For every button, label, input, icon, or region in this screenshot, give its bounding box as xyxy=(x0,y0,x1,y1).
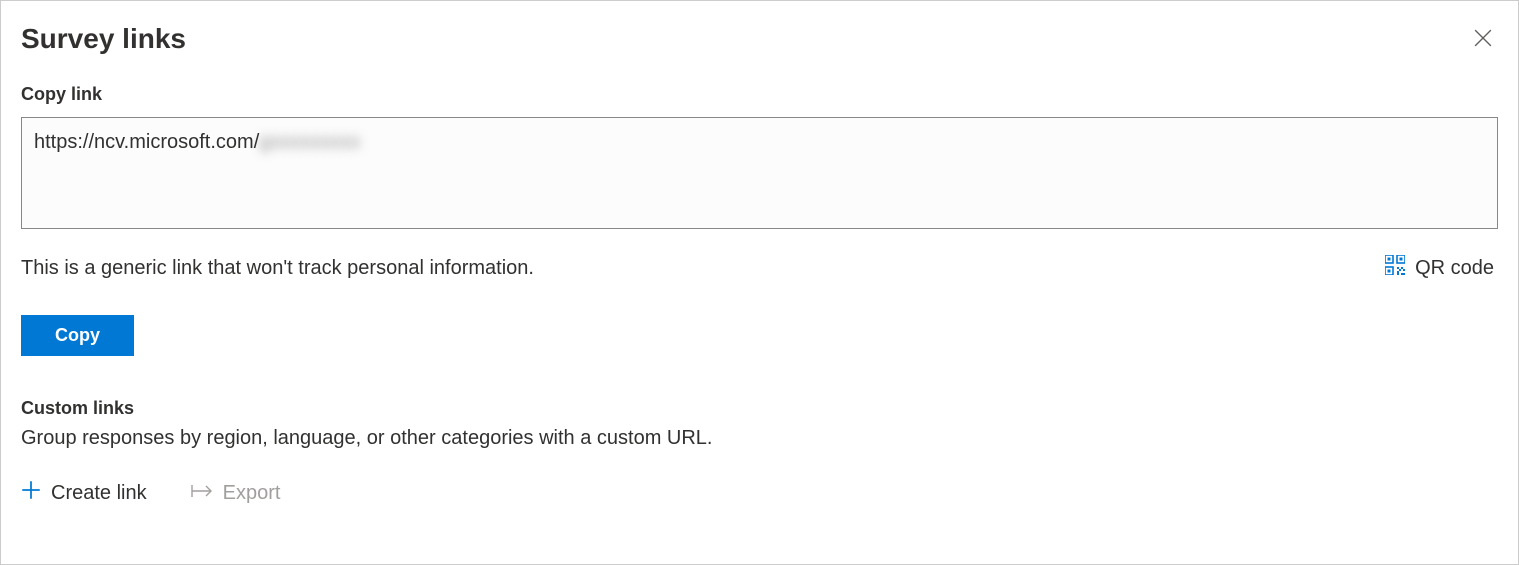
panel-header: Survey links xyxy=(21,23,1498,56)
custom-links-section: Custom links Group responses by region, … xyxy=(21,398,1498,508)
export-icon xyxy=(191,482,213,505)
link-textarea[interactable]: https://ncv.microsoft.com/gxxxxxxxxx xyxy=(21,117,1498,229)
custom-links-description: Group responses by region, language, or … xyxy=(21,427,1498,450)
panel-title: Survey links xyxy=(21,23,186,55)
qr-code-icon xyxy=(1385,255,1405,281)
qr-code-button[interactable]: QR code xyxy=(1381,251,1498,285)
copy-button[interactable]: Copy xyxy=(21,315,134,356)
copy-link-label: Copy link xyxy=(21,84,1498,105)
export-button: Export xyxy=(191,480,281,507)
export-label: Export xyxy=(223,482,281,505)
create-link-label: Create link xyxy=(51,482,147,505)
close-icon xyxy=(1474,35,1492,50)
custom-action-row: Create link Export xyxy=(21,478,1498,508)
custom-links-title: Custom links xyxy=(21,398,1498,419)
create-link-button[interactable]: Create link xyxy=(21,478,147,508)
qr-code-label: QR code xyxy=(1415,257,1494,280)
link-url-token: gxxxxxxxxx xyxy=(259,131,360,153)
link-helper-row: This is a generic link that won't track … xyxy=(21,251,1498,285)
link-helper-text: This is a generic link that won't track … xyxy=(21,257,534,280)
link-url-base: https://ncv.microsoft.com/ xyxy=(34,131,259,153)
plus-icon xyxy=(21,480,41,506)
close-button[interactable] xyxy=(1468,23,1498,56)
survey-links-panel: Survey links Copy link https://ncv.micro… xyxy=(0,0,1519,565)
